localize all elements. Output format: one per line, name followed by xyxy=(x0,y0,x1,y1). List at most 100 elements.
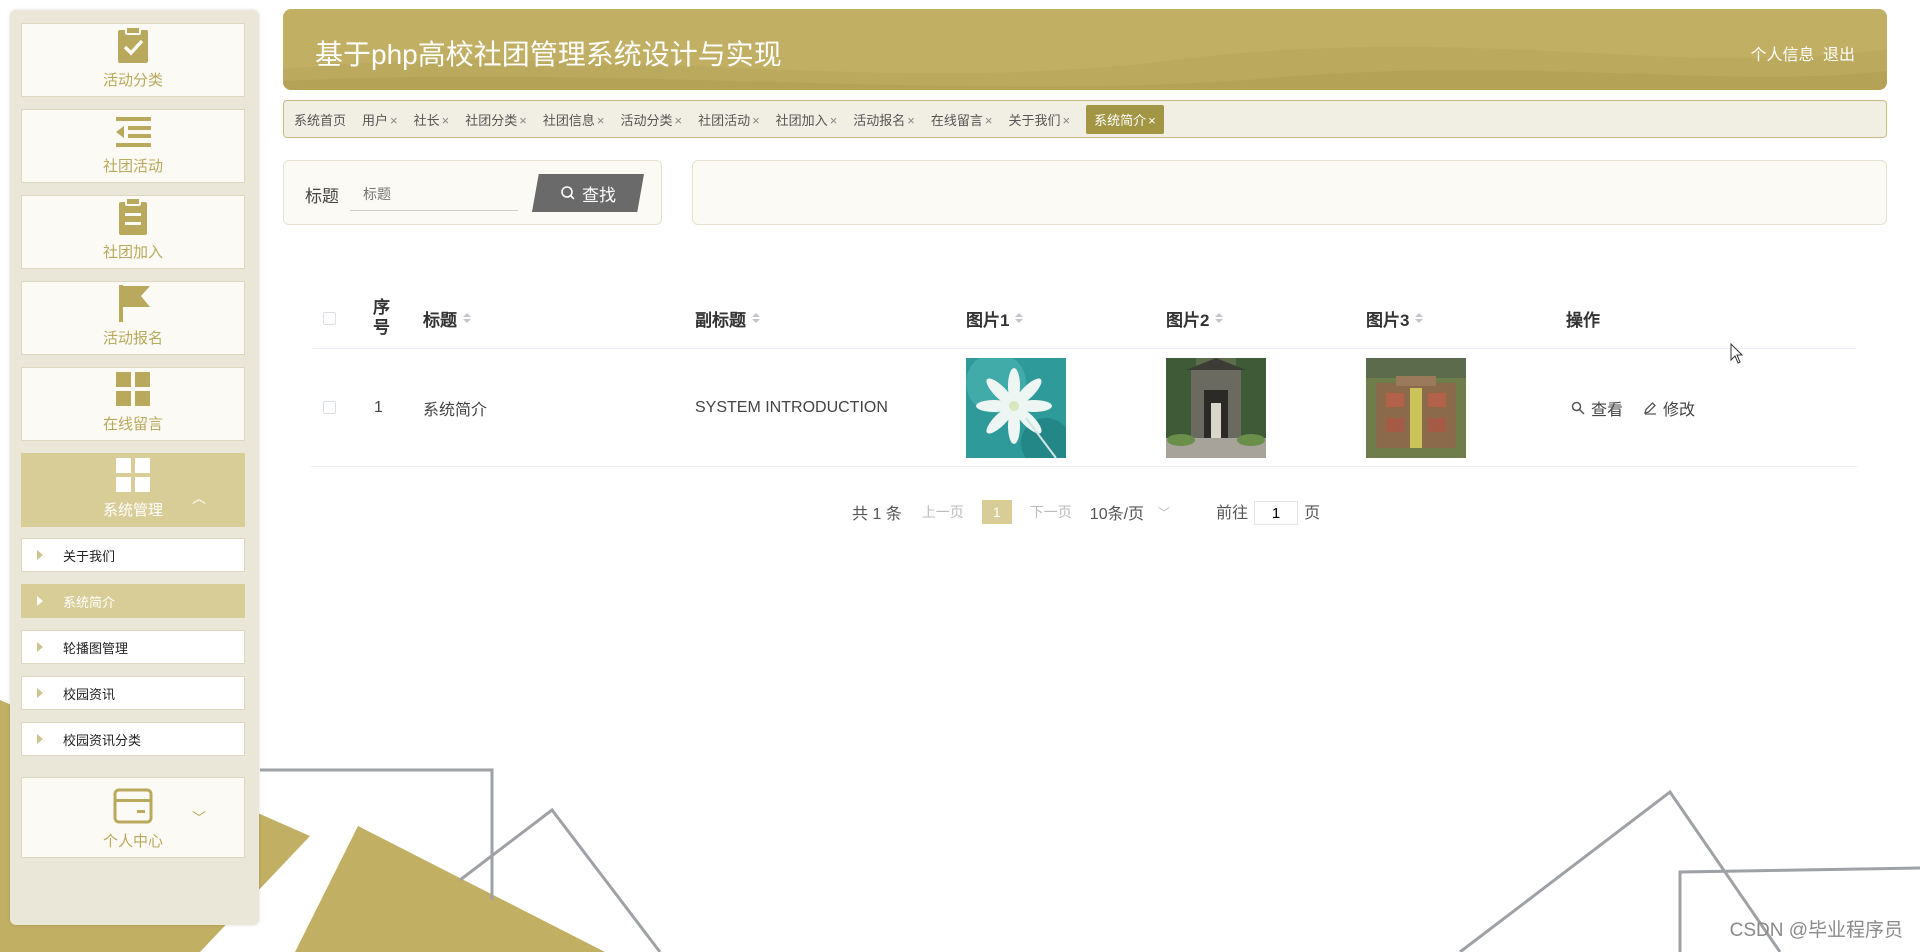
column-header-label: 图片1 xyxy=(966,310,1010,330)
column-header-subtitle[interactable]: 副标题 xyxy=(695,288,760,348)
table-row: 1 系统简介 SYSTEM INTRODUCTION 查看 修改 xyxy=(311,349,1857,467)
column-header-label: 图片3 xyxy=(1366,310,1410,330)
profile-link[interactable]: 个人信息 xyxy=(1751,47,1815,64)
close-icon[interactable]: × xyxy=(985,113,993,128)
tab-online-message[interactable]: 在线留言 × xyxy=(931,110,993,129)
page-number-current[interactable]: 1 xyxy=(981,500,1012,524)
row-checkbox[interactable] xyxy=(323,401,336,414)
chevron-down-icon: ﹀ xyxy=(1158,505,1171,520)
sidebar-subitem-carousel[interactable]: 轮播图管理 xyxy=(21,630,245,664)
caret-right-icon xyxy=(37,642,43,652)
sidebar-item-system-management[interactable]: 系统管理 ︿ xyxy=(21,453,245,527)
sort-icon[interactable] xyxy=(463,313,471,323)
sidebar-item-label: 个人中心 xyxy=(102,833,163,850)
goto-page: 前往 页 xyxy=(1216,499,1320,526)
tab-activity-signup[interactable]: 活动报名 × xyxy=(853,110,915,129)
search-input[interactable] xyxy=(350,177,518,211)
cell-index: 1 xyxy=(374,398,383,416)
grid-icon xyxy=(116,372,150,406)
logout-link[interactable]: 退出 xyxy=(1823,47,1855,64)
select-all-checkbox[interactable] xyxy=(323,311,336,325)
close-icon[interactable]: × xyxy=(442,113,450,128)
column-header-pic1[interactable]: 图片1 xyxy=(966,288,1024,348)
tab-label: 社团信息 xyxy=(542,112,595,128)
tab-system-intro[interactable]: 系统简介 × xyxy=(1086,104,1164,134)
view-button[interactable]: 查看 xyxy=(1571,396,1623,420)
close-icon[interactable]: × xyxy=(907,113,915,128)
pagination-total: 共 1 条 xyxy=(852,506,902,523)
gate-image[interactable] xyxy=(1166,357,1266,458)
flag-icon xyxy=(119,285,150,322)
sort-icon[interactable] xyxy=(752,313,760,323)
table-header: 序号 标题 副标题 图片1 图片2 图片3 操作 xyxy=(311,288,1857,349)
flower-image[interactable] xyxy=(966,357,1066,458)
edit-button[interactable]: 修改 xyxy=(1643,396,1695,420)
search-button[interactable]: 查找 xyxy=(532,174,644,212)
close-icon[interactable]: × xyxy=(830,113,838,128)
column-header-index: 序号 xyxy=(373,298,390,337)
sidebar-subitem-label: 轮播图管理 xyxy=(63,640,129,656)
sidebar-item-label: 社团加入 xyxy=(102,244,163,261)
close-icon[interactable]: × xyxy=(390,113,398,128)
sidebar-item-activity-signup[interactable]: 活动报名 xyxy=(21,281,245,355)
tab-club-info[interactable]: 社团信息 × xyxy=(543,110,605,129)
sidebar-subitem-about-us[interactable]: 关于我们 xyxy=(21,538,245,572)
column-header-label: 标题 xyxy=(423,310,457,330)
sidebar-item-activity-category[interactable]: 活动分类 xyxy=(21,23,245,97)
tab-activity-category[interactable]: 活动分类 × xyxy=(620,110,682,129)
close-icon[interactable]: × xyxy=(597,113,605,128)
data-table: 序号 标题 副标题 图片1 图片2 图片3 操作 1 系统简介 SYSTEM I… xyxy=(311,288,1857,467)
close-icon[interactable]: × xyxy=(519,113,527,128)
sort-icon[interactable] xyxy=(1215,313,1224,323)
tab-label: 社团分类 xyxy=(465,112,518,128)
page-title: 基于php高校社团管理系统设计与实现 xyxy=(315,39,782,70)
sidebar-item-label: 系统管理 xyxy=(102,502,163,519)
sidebar-item-personal-center[interactable]: 个人中心 ﹀ xyxy=(21,777,245,858)
sidebar-item-label: 社团活动 xyxy=(102,158,163,175)
search-icon xyxy=(561,186,575,200)
tab-users[interactable]: 用户 × xyxy=(362,110,398,129)
sidebar-item-label: 活动分类 xyxy=(102,72,163,89)
goto-page-input[interactable] xyxy=(1254,501,1299,526)
tab-label: 活动分类 xyxy=(620,112,673,128)
sidebar-subitem-campus-news-category[interactable]: 校园资讯分类 xyxy=(21,722,245,756)
tab-label: 社长 xyxy=(413,112,440,128)
sidebar-item-online-message[interactable]: 在线留言 xyxy=(21,367,245,441)
sidebar-item-club-join[interactable]: 社团加入 xyxy=(21,195,245,269)
sidebar-item-club-activity[interactable]: 社团活动 xyxy=(21,109,245,183)
tab-label: 系统简介 xyxy=(1094,112,1147,128)
caret-right-icon xyxy=(37,596,43,606)
sort-icon[interactable] xyxy=(1415,313,1424,323)
tab-club-activity[interactable]: 社团活动 × xyxy=(698,110,760,129)
sidebar-subitem-campus-news[interactable]: 校园资讯 xyxy=(21,676,245,710)
column-header-title[interactable]: 标题 xyxy=(423,288,471,348)
close-icon[interactable]: × xyxy=(1063,113,1071,128)
tab-bar: 系统首页 用户 × 社长 × 社团分类 × 社团信息 × 活动分类 × 社团活动 × 社团加… xyxy=(283,100,1887,138)
campus-aerial-image[interactable] xyxy=(1366,357,1466,458)
search-icon xyxy=(1571,401,1585,415)
close-icon[interactable]: × xyxy=(752,113,760,128)
column-header-pic2[interactable]: 图片2 xyxy=(1166,288,1224,348)
caret-right-icon xyxy=(37,550,43,560)
tab-club-category[interactable]: 社团分类 × xyxy=(465,110,527,129)
list-indent-icon xyxy=(116,117,151,147)
sidebar-subitem-label: 关于我们 xyxy=(63,548,116,564)
close-icon[interactable]: × xyxy=(674,113,682,128)
tab-label: 活动报名 xyxy=(853,112,906,128)
tab-president[interactable]: 社长 × xyxy=(414,110,450,129)
sidebar-subitem-system-intro[interactable]: 系统简介 xyxy=(21,584,245,618)
tab-label: 社团加入 xyxy=(775,112,828,128)
tab-club-join[interactable]: 社团加入 × xyxy=(776,110,838,129)
close-icon[interactable]: × xyxy=(1148,113,1156,128)
chevron-down-icon: ﹀ xyxy=(192,811,206,827)
tab-about-us[interactable]: 关于我们 × xyxy=(1009,110,1071,129)
tab-label: 用户 xyxy=(362,112,389,128)
page-size-select[interactable]: 10条/页 ﹀ xyxy=(1090,500,1170,524)
next-page-button[interactable]: 下一页 xyxy=(1030,502,1072,522)
column-header-pic3[interactable]: 图片3 xyxy=(1366,288,1424,348)
edit-icon xyxy=(1644,401,1657,415)
sidebar-item-label: 活动报名 xyxy=(102,330,163,347)
tab-home[interactable]: 系统首页 xyxy=(294,110,346,129)
sort-icon[interactable] xyxy=(1015,313,1024,323)
prev-page-button[interactable]: 上一页 xyxy=(922,502,964,522)
